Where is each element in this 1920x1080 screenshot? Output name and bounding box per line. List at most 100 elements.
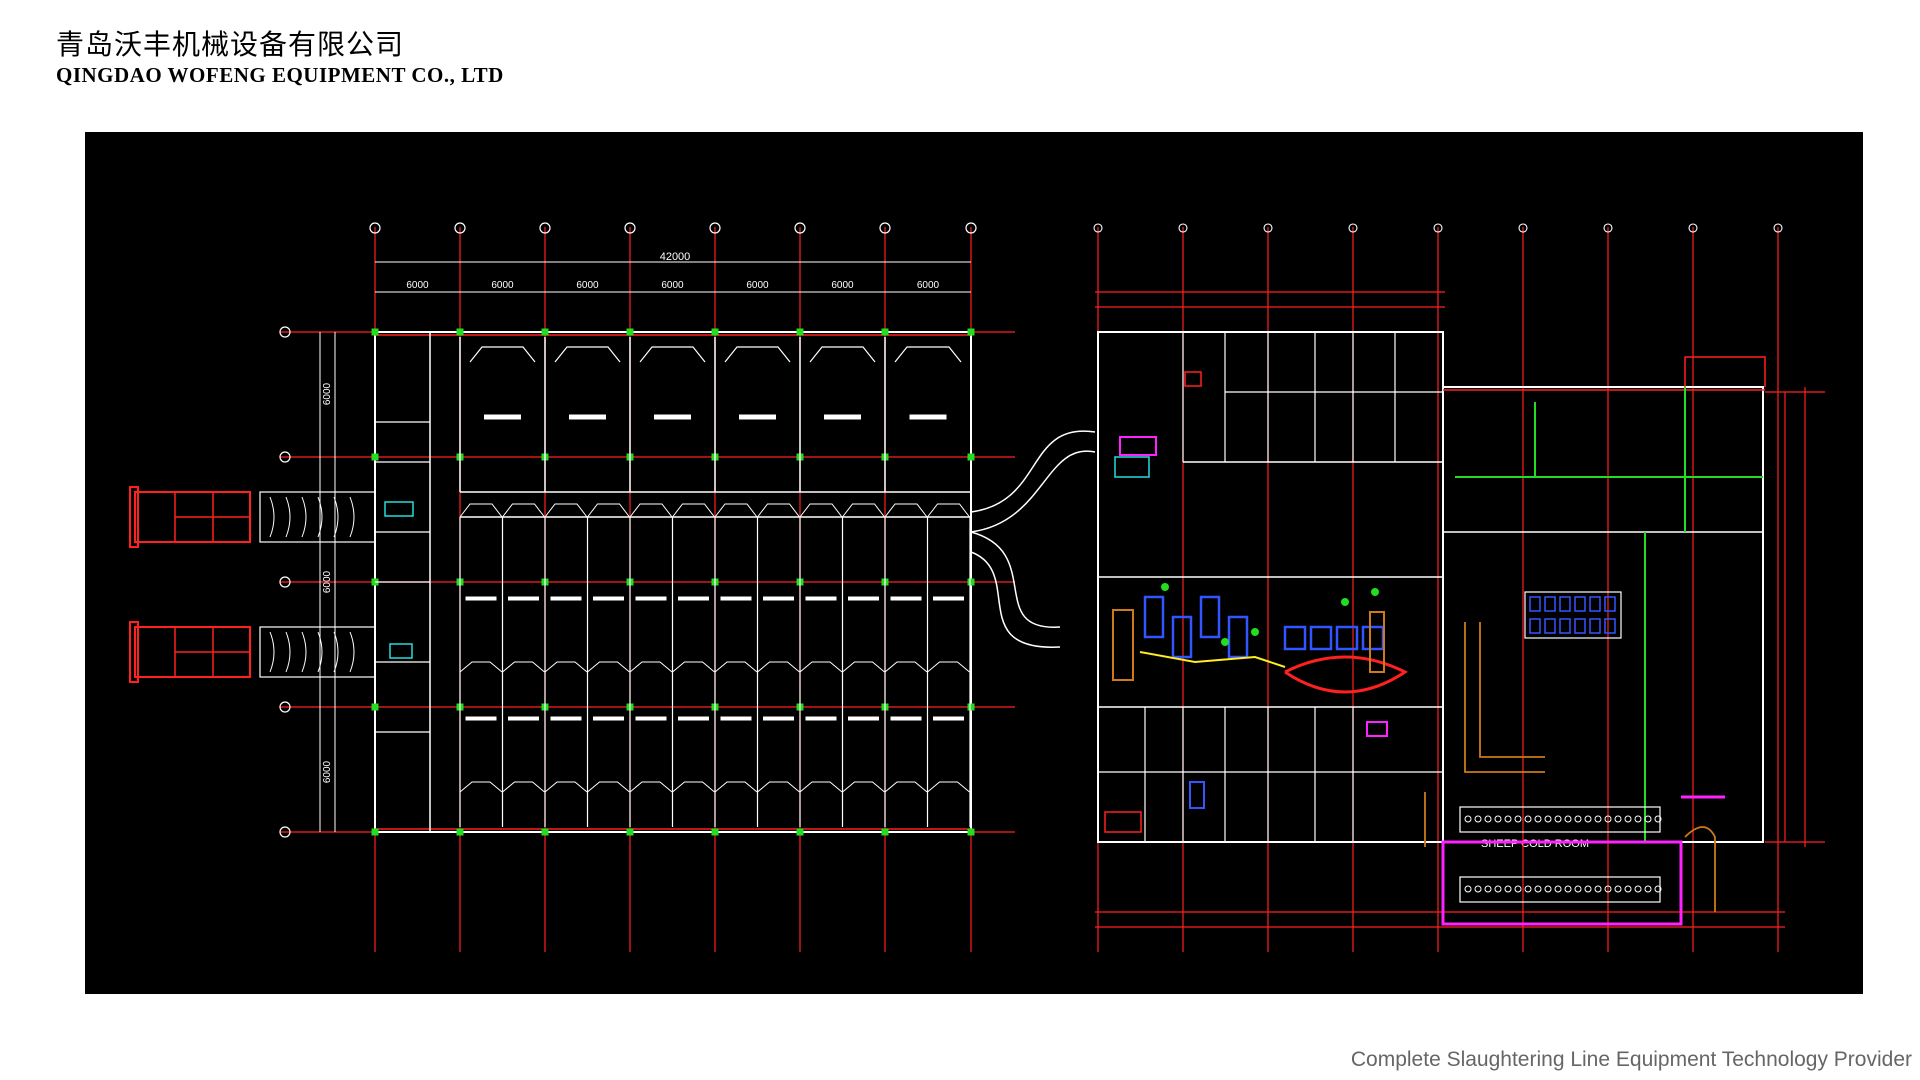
plan-geometry xyxy=(129,222,1825,952)
pen-trough xyxy=(635,596,667,601)
ramp-stair xyxy=(285,496,291,538)
pen-gate xyxy=(799,781,843,793)
carcass-hook xyxy=(1634,815,1642,823)
header: 青岛沃丰机械设备有限公司 QINGDAO WOFENG EQUIPMENT CO… xyxy=(56,28,504,88)
pen-label-mark xyxy=(824,414,861,420)
pen-gate xyxy=(587,781,630,793)
pen-gate xyxy=(842,781,885,793)
pen-gate xyxy=(672,781,715,793)
pen-gate xyxy=(724,346,791,363)
column-marker xyxy=(967,328,975,336)
carcass-hook xyxy=(1504,885,1512,893)
carcass-hook xyxy=(1484,815,1492,823)
chiller-unit xyxy=(1529,596,1541,612)
bay-dimension-label: 6000 xyxy=(917,280,940,291)
equipment-magenta xyxy=(1119,436,1157,456)
pen-trough xyxy=(848,716,879,721)
pen-trough xyxy=(550,716,582,721)
equipment-magenta xyxy=(1366,721,1388,737)
column-marker xyxy=(796,328,804,336)
chiller-unit xyxy=(1544,596,1556,612)
column-marker xyxy=(967,453,975,461)
footer-tagline: Complete Slaughtering Line Equipment Tec… xyxy=(1350,1048,1912,1071)
lower-room-fixture xyxy=(1104,811,1142,833)
pen-gate xyxy=(587,661,630,673)
pen-trough xyxy=(848,596,879,601)
column-marker xyxy=(371,328,379,336)
pen-trough xyxy=(550,596,582,601)
pen-gate xyxy=(502,781,545,793)
carcass-hook xyxy=(1564,815,1572,823)
bay-dimension-label: 6000 xyxy=(746,280,769,291)
bay-dimension-label: 6000 xyxy=(576,280,599,291)
carcass-hook xyxy=(1494,815,1502,823)
floor-plan-svg: 42000 6000 6000 6000 6000 6000 6000 6000 60006… xyxy=(129,222,1825,952)
pen-trough xyxy=(508,716,539,721)
chase-curve xyxy=(970,551,1061,648)
carcass-hook xyxy=(1514,815,1522,823)
pen-gate xyxy=(757,661,800,673)
pen-trough xyxy=(805,716,837,721)
carcass-hook xyxy=(1624,885,1632,893)
ramp-stair xyxy=(285,631,291,673)
hanging-rail-upper xyxy=(1459,806,1661,833)
carcass-hook xyxy=(1564,885,1572,893)
corridor-gate xyxy=(672,503,715,518)
lower-room-fixture xyxy=(1189,781,1205,809)
corridor-gate xyxy=(587,503,630,518)
pen-gate xyxy=(714,661,758,673)
equipment-point xyxy=(1371,588,1379,596)
chase-curve xyxy=(970,450,1096,533)
bay-dimension-label: 6000 xyxy=(661,280,684,291)
ramp-stair xyxy=(269,631,275,673)
chiller-unit xyxy=(1529,618,1541,634)
conveyor-yellow xyxy=(1139,651,1286,668)
bay-dimension-label: 6000 xyxy=(491,280,514,291)
pen-trough xyxy=(890,716,922,721)
processing-unit xyxy=(1335,625,1359,651)
pen-trough xyxy=(465,596,497,601)
pen-gate xyxy=(927,661,970,673)
pen-trough xyxy=(678,716,709,721)
ramp-stair xyxy=(269,496,275,538)
carcass-hook xyxy=(1574,885,1582,893)
bay-dimension-label: 6000 xyxy=(831,280,854,291)
side-dimension-label: 6000 xyxy=(322,382,333,405)
pen-gate xyxy=(469,346,536,363)
cad-floor-plan: 42000 6000 6000 6000 6000 6000 6000 6000 6000 6… xyxy=(85,132,1863,994)
pen-trough xyxy=(763,716,794,721)
carcass-hook xyxy=(1574,815,1582,823)
pen-gate xyxy=(884,661,928,673)
carcass-hook xyxy=(1474,885,1482,893)
office-fixture xyxy=(1184,371,1202,387)
ramp-stair xyxy=(349,631,355,673)
pen-gate xyxy=(554,346,621,363)
carcass-hook xyxy=(1464,885,1472,893)
company-name-cn: 青岛沃丰机械设备有限公司 xyxy=(56,28,405,61)
column-marker xyxy=(456,328,464,336)
pen-trough xyxy=(720,716,752,721)
rail-orange xyxy=(1424,792,1716,912)
pen-gate xyxy=(927,781,970,793)
side-dimension-label: 6000 xyxy=(322,760,333,783)
carcass-hook xyxy=(1614,815,1622,823)
column-marker xyxy=(967,578,975,586)
pen-gate xyxy=(544,661,588,673)
pen-label-mark xyxy=(654,414,691,420)
chiller-unit xyxy=(1544,618,1556,634)
column-marker xyxy=(796,828,804,836)
ramp-stair xyxy=(301,496,307,538)
carcass-hook xyxy=(1514,885,1522,893)
carcass-hook xyxy=(1614,885,1622,893)
processing-unit xyxy=(1199,595,1221,639)
pen-gate xyxy=(714,781,758,793)
processing-rail-orange xyxy=(1112,609,1134,681)
corridor-gate xyxy=(544,503,588,518)
carcass-hook xyxy=(1544,885,1552,893)
pen-gate xyxy=(502,661,545,673)
chilling-wing-outline xyxy=(1442,386,1764,843)
equipment-point xyxy=(1251,628,1259,636)
column-marker xyxy=(626,828,634,836)
pen-trough xyxy=(933,716,964,721)
chiller-unit xyxy=(1604,596,1616,612)
